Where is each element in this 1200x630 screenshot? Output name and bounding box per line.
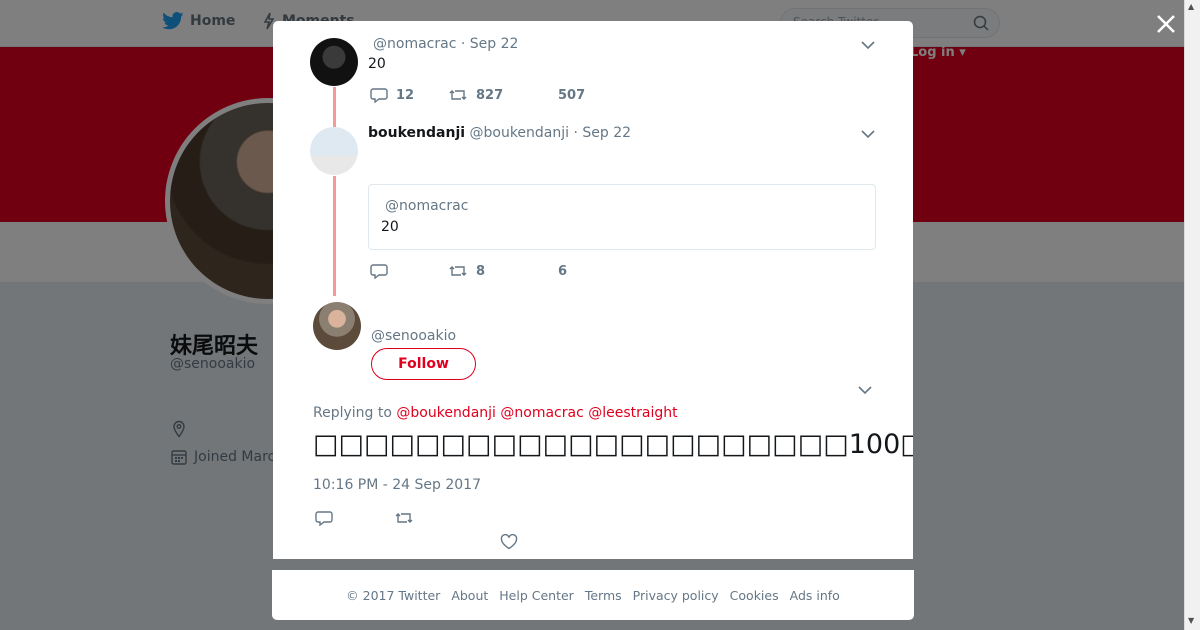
- footer-link-privacy-policy[interactable]: Privacy policy: [633, 588, 719, 603]
- reply-button[interactable]: 12: [370, 87, 448, 103]
- like-count: 507: [558, 87, 586, 103]
- replying-to-link[interactable]: @nomacrac: [500, 405, 583, 421]
- replying-to: Replying to @boukendanji @nomacrac @lees…: [313, 405, 678, 421]
- quoted-tweet-text: 20: [381, 219, 399, 235]
- retweet-count: 8: [476, 263, 486, 279]
- quoted-tweet[interactable]: @nomacrac 20: [368, 184, 876, 250]
- main-tweet-text: □□□□□□□□□□□□□□□□□□□□□100□□□□□□□□□□□□□□: [313, 429, 913, 460]
- tweet-author-handle[interactable]: @boukendanji: [470, 125, 570, 141]
- retweet-button[interactable]: 827: [448, 87, 558, 103]
- main-tweet-timestamp[interactable]: 10:16 PM - 24 Sep 2017: [313, 477, 481, 493]
- footer-copyright: © 2017 Twitter: [346, 587, 441, 603]
- main-tweet-avatar[interactable]: [313, 302, 361, 350]
- thread-tweet[interactable]: boukendanji @boukendanji · Sep 22 @nomac…: [273, 121, 913, 296]
- reply-icon: [370, 264, 388, 279]
- chevron-down-icon[interactable]: [861, 129, 875, 139]
- retweet-count: 827: [476, 87, 504, 103]
- tweet-actions: 8 6: [370, 263, 567, 279]
- main-tweet-handle[interactable]: @senooakio: [371, 328, 456, 344]
- tweet-author-handle[interactable]: @nomacrac: [373, 36, 456, 52]
- replying-to-prefix: Replying to: [313, 405, 392, 421]
- close-icon[interactable]: [1153, 11, 1179, 37]
- modal-footer: © 2017 Twitter About Help Center Terms P…: [272, 570, 914, 620]
- scroll-up-arrow-icon[interactable]: ▲: [1188, 2, 1194, 11]
- reply-button[interactable]: [370, 263, 448, 279]
- footer-link-help-center[interactable]: Help Center: [499, 588, 574, 603]
- tweet-actions: 12 827 507: [370, 87, 585, 103]
- avatar[interactable]: [310, 127, 358, 175]
- replying-to-link[interactable]: @boukendanji: [396, 405, 496, 421]
- tweet-date[interactable]: · Sep 22: [574, 125, 632, 141]
- tweet-header: boukendanji @boukendanji · Sep 22: [368, 125, 631, 141]
- avatar[interactable]: [310, 38, 358, 86]
- tweet-author-name[interactable]: boukendanji: [368, 125, 465, 141]
- follow-button[interactable]: Follow: [371, 348, 476, 380]
- like-count: 6: [558, 263, 568, 279]
- reply-icon[interactable]: [315, 510, 333, 526]
- page-scrollbar[interactable]: ▲ ▼: [1184, 0, 1200, 630]
- footer-link-ads-info[interactable]: Ads info: [790, 588, 840, 603]
- footer-link-about[interactable]: About: [451, 588, 488, 603]
- chevron-down-icon[interactable]: [861, 40, 875, 50]
- reply-icon: [370, 88, 388, 103]
- like-button[interactable]: 507: [558, 88, 585, 103]
- like-button[interactable]: 6: [558, 264, 567, 279]
- replying-to-link[interactable]: @leestraight: [588, 405, 677, 421]
- scroll-down-arrow-icon[interactable]: ▼: [1188, 616, 1194, 625]
- reply-count: 12: [396, 87, 415, 103]
- thread-tweet[interactable]: @nomacrac · Sep 22 20 12 827 507: [273, 21, 913, 121]
- retweet-button[interactable]: 8: [448, 263, 558, 279]
- retweet-icon[interactable]: [394, 510, 414, 526]
- tweet-text: 20: [368, 56, 386, 72]
- tweet-permalink-modal: @nomacrac · Sep 22 20 12 827 507 boukend…: [273, 21, 913, 559]
- tweet-date[interactable]: · Sep 22: [461, 36, 519, 52]
- heart-icon[interactable]: [500, 534, 518, 550]
- retweet-icon: [449, 90, 467, 100]
- retweet-icon: [449, 266, 467, 276]
- quoted-tweet-handle: @nomacrac: [385, 198, 469, 214]
- chevron-down-icon[interactable]: [858, 385, 872, 395]
- footer-link-cookies[interactable]: Cookies: [730, 588, 779, 603]
- footer-link-terms[interactable]: Terms: [585, 588, 622, 603]
- tweet-header: @nomacrac · Sep 22: [373, 36, 518, 52]
